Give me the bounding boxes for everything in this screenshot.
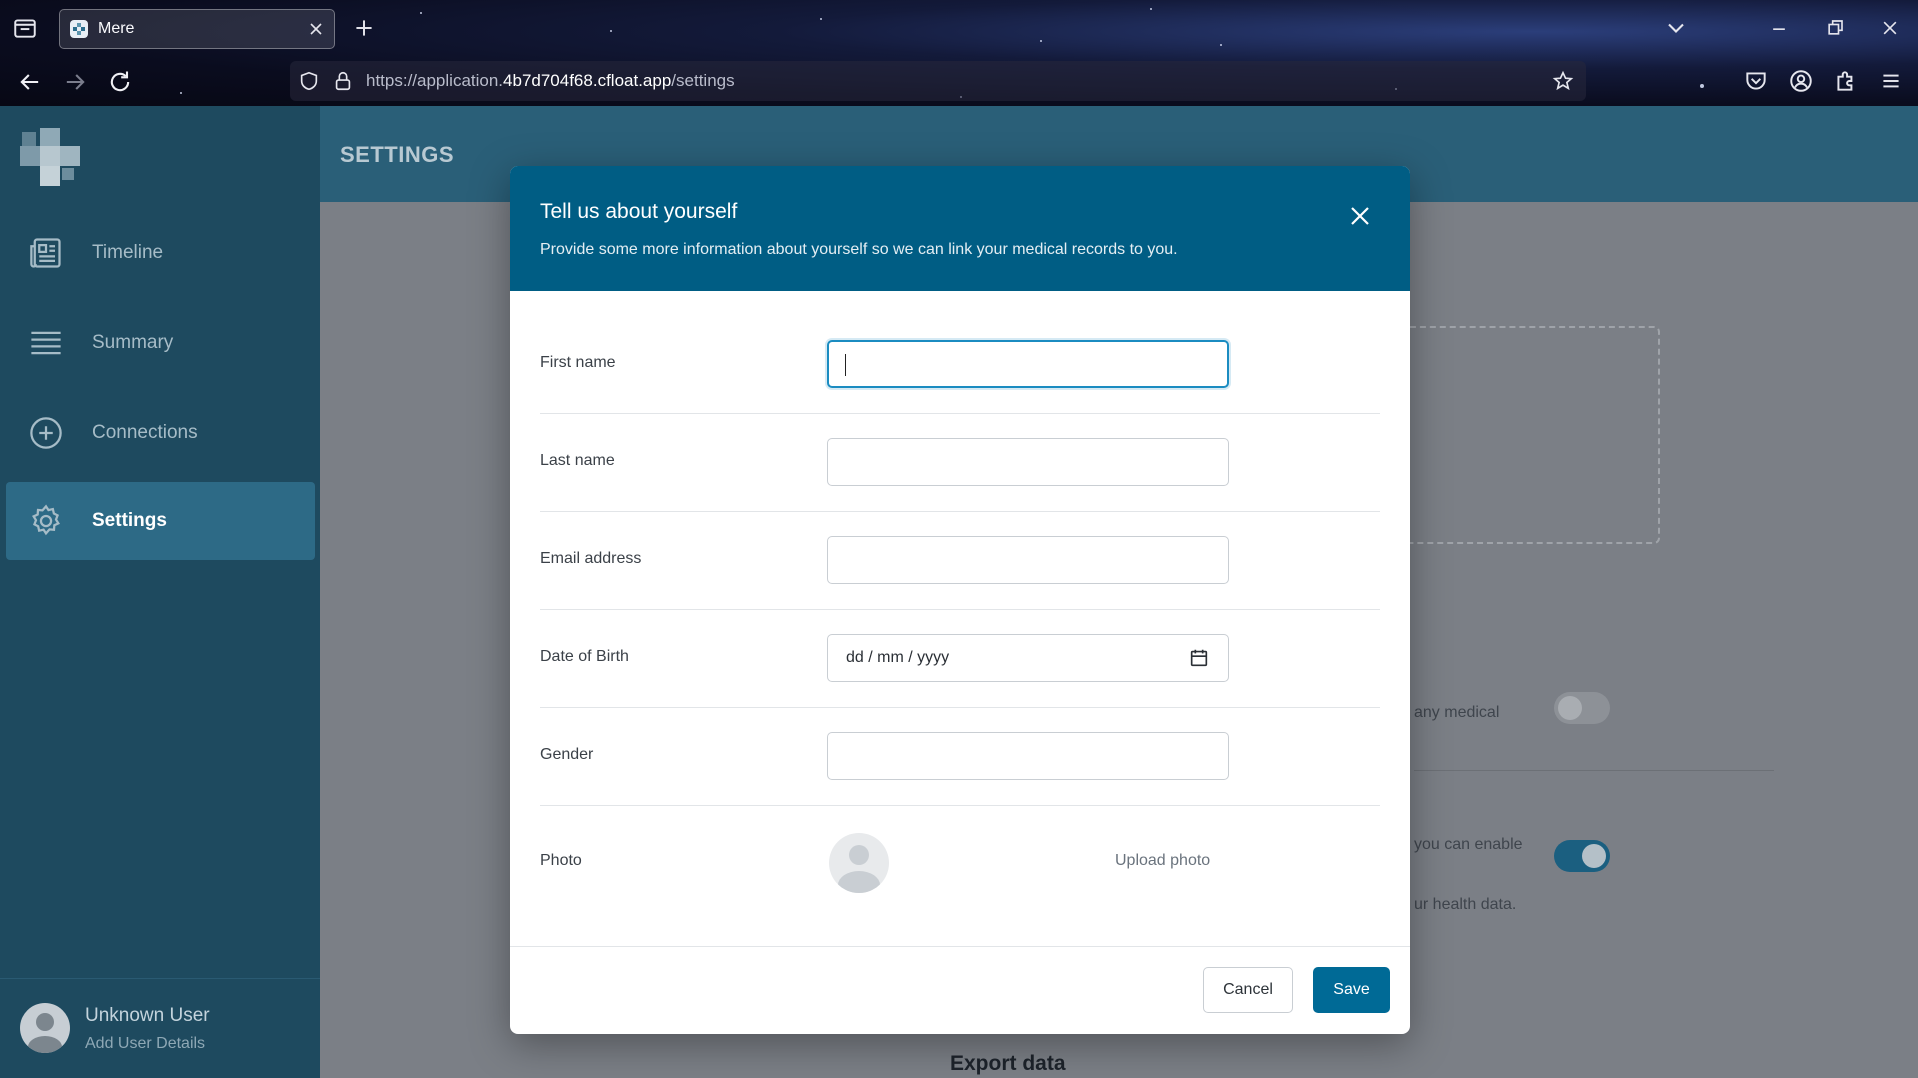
sidebar-item-summary[interactable]: Summary — [6, 304, 315, 382]
gender-field[interactable] — [827, 732, 1229, 780]
photo-row: Photo Upload photo — [540, 806, 1380, 921]
modal-footer: Cancel Save — [510, 946, 1410, 1034]
url-path: /settings — [671, 71, 735, 90]
address-bar[interactable]: https://application.4b7d704f68.cfloat.ap… — [290, 61, 1586, 101]
photo-placeholder-avatar — [829, 833, 889, 893]
modal-header: Tell us about yourself Provide some more… — [510, 166, 1410, 291]
nav-bar: https://application.4b7d704f68.cfloat.ap… — [0, 56, 1918, 106]
settings-toggle-off[interactable] — [1554, 692, 1610, 724]
add-user-details-link[interactable]: Add User Details — [85, 1035, 205, 1053]
settings-toggle-on[interactable] — [1554, 840, 1610, 872]
sidebar-item-label: Connections — [92, 422, 198, 443]
user-name: Unknown User — [85, 1005, 210, 1026]
hamburger-icon — [1883, 74, 1899, 88]
setting-description: you can enable — [1414, 836, 1523, 853]
email-label: Email address — [540, 550, 642, 567]
reload-button[interactable] — [106, 68, 134, 96]
restore-button[interactable] — [1821, 14, 1849, 42]
last-name-label: Last name — [540, 452, 615, 469]
text-caret — [845, 354, 846, 376]
sidebar-item-connections[interactable]: Connections — [6, 394, 315, 472]
sidebar-item-label: Summary — [92, 332, 174, 353]
save-button[interactable]: Save — [1313, 967, 1390, 1013]
app-logo[interactable] — [18, 126, 82, 190]
settings-divider — [1414, 770, 1774, 771]
gender-label: Gender — [540, 746, 594, 763]
restore-icon — [1828, 20, 1843, 35]
email-field[interactable] — [827, 536, 1229, 584]
modal-description: Provide some more information about your… — [540, 241, 1178, 258]
dob-label: Date of Birth — [540, 648, 629, 665]
plus-circle-icon — [30, 417, 62, 449]
shield-icon[interactable] — [298, 70, 320, 92]
close-icon[interactable] — [1348, 204, 1372, 228]
chevron-down-icon — [1668, 23, 1684, 33]
url-host: 4b7d704f68.cfloat.app — [503, 71, 672, 90]
section-heading: Export data — [950, 1052, 1066, 1075]
new-tab-button[interactable] — [351, 15, 377, 41]
sidebar: Timeline Summary Connections Settings Un… — [0, 106, 320, 1078]
lock-icon[interactable] — [332, 70, 354, 92]
browser-chrome: Mere https://application.4b7d704f68.cflo… — [0, 0, 1918, 106]
email-row: Email address — [540, 512, 1380, 610]
minimize-icon — [1773, 28, 1785, 30]
first-name-row: First name — [540, 316, 1380, 414]
user-profile-area[interactable]: Unknown User Add User Details — [0, 978, 320, 1078]
last-name-row: Last name — [540, 414, 1380, 512]
first-name-field[interactable] — [827, 340, 1229, 388]
bookmark-star-icon[interactable] — [1552, 70, 1574, 92]
menu-button[interactable] — [1878, 68, 1904, 94]
setting-description: ur health data. — [1414, 896, 1517, 913]
arrow-right-icon — [66, 74, 85, 90]
cancel-button[interactable]: Cancel — [1203, 967, 1293, 1013]
url-prefix: https://application. — [366, 71, 504, 90]
arrow-left-icon — [20, 74, 39, 90]
sidebar-item-label: Timeline — [92, 242, 164, 263]
last-name-field[interactable] — [827, 438, 1229, 486]
minimize-button[interactable] — [1765, 14, 1793, 42]
avatar[interactable] — [20, 1003, 70, 1053]
list-lines-icon — [31, 331, 61, 355]
pocket-button[interactable] — [1743, 68, 1769, 94]
date-of-birth-field[interactable]: dd / mm / yyyy — [827, 634, 1229, 682]
url-text[interactable]: https://application.4b7d704f68.cfloat.ap… — [366, 71, 735, 91]
browser-tab[interactable]: Mere — [59, 9, 335, 49]
calendar-icon[interactable] — [1188, 647, 1210, 669]
gear-icon — [32, 504, 60, 536]
first-name-label: First name — [540, 354, 616, 371]
puzzle-icon — [1837, 71, 1853, 91]
forward-button[interactable] — [61, 68, 89, 96]
account-icon — [1790, 70, 1812, 92]
tab-list-button[interactable] — [12, 15, 38, 41]
profile-modal: Tell us about yourself Provide some more… — [510, 166, 1410, 1034]
gender-row: Gender — [540, 708, 1380, 806]
pocket-icon — [1746, 72, 1766, 90]
sidebar-item-settings[interactable]: Settings — [6, 482, 315, 560]
tab-bar: Mere — [0, 0, 1918, 56]
extensions-button[interactable] — [1833, 68, 1859, 94]
newspaper-icon — [30, 238, 61, 268]
tab-overflow-button[interactable] — [1662, 14, 1690, 42]
setting-description: any medical — [1414, 704, 1500, 721]
date-placeholder: dd / mm / yyyy — [846, 649, 950, 666]
tab-favicon-icon — [70, 20, 88, 38]
reload-icon — [110, 71, 130, 92]
dob-row: Date of Birth dd / mm / yyyy — [540, 610, 1380, 708]
tab-title: Mere — [98, 20, 135, 37]
page-title: SETTINGS — [340, 142, 455, 167]
upload-photo-button[interactable]: Upload photo — [1115, 852, 1210, 870]
sidebar-item-timeline[interactable]: Timeline — [6, 214, 315, 292]
tab-close-icon[interactable] — [308, 21, 324, 37]
upload-drop-zone — [1400, 326, 1660, 544]
tab-list-icon — [14, 19, 36, 38]
close-window-button[interactable] — [1876, 14, 1904, 42]
plus-icon — [356, 20, 372, 36]
modal-title: Tell us about yourself — [540, 200, 738, 223]
photo-label: Photo — [540, 852, 582, 869]
close-icon — [1883, 21, 1897, 35]
sidebar-item-label: Settings — [92, 510, 167, 531]
account-button[interactable] — [1788, 68, 1814, 94]
back-button[interactable] — [16, 68, 44, 96]
